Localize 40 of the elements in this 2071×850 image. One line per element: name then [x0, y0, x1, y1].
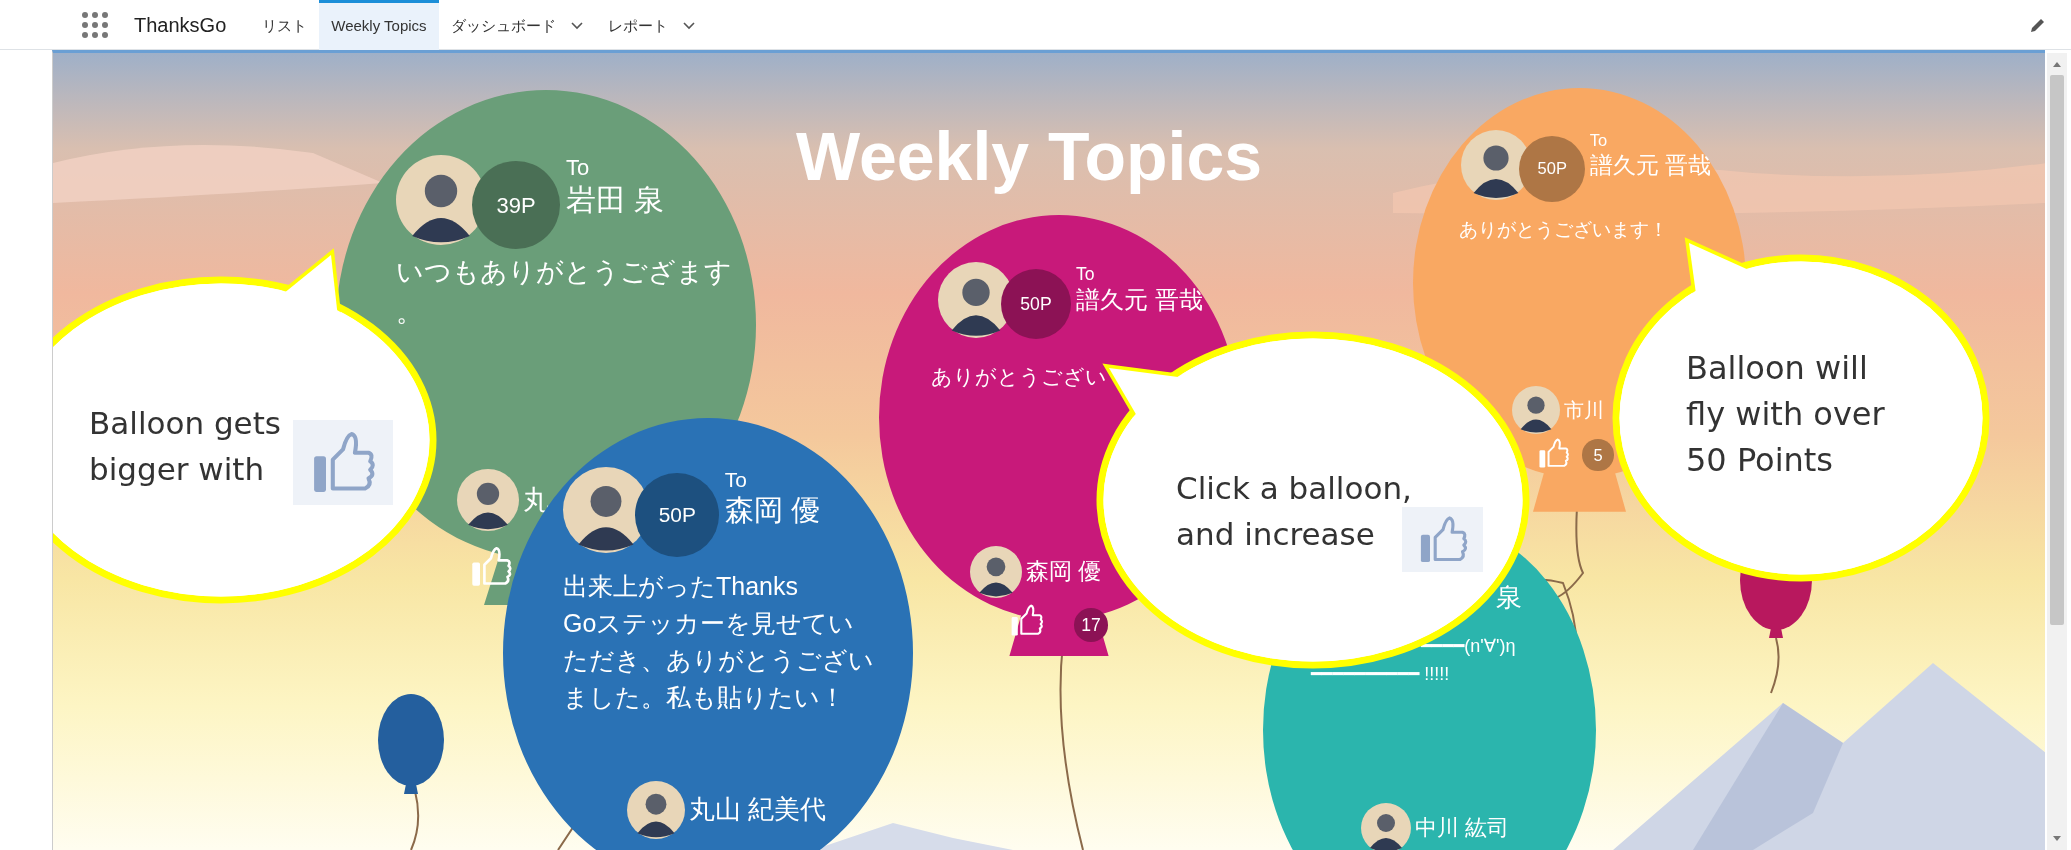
thumbs-up-icon[interactable] [469, 545, 513, 589]
balloon-string [1770, 637, 1780, 694]
message-text: ━━━━(n'∀')η ━━━━━━━━━━ !!!!! [1311, 635, 1516, 686]
recipient-name: 譜久元 晋哉 [1076, 285, 1203, 315]
message-text: ありがとうございます！ [1459, 218, 1668, 242]
sender-name: 丸山 紀美代 [689, 794, 827, 826]
recipient-name: 岩田 泉 [566, 182, 665, 218]
avatar [1512, 386, 1560, 434]
avatar [627, 781, 685, 839]
nav-tab[interactable]: Weekly Topics [319, 0, 439, 50]
nav-tab[interactable]: レポート [595, 0, 708, 50]
recipient-name: 泉 [1496, 582, 1522, 614]
to-label: To [1589, 131, 1608, 152]
avatar [970, 546, 1022, 598]
app-name: ThanksGo [134, 12, 227, 38]
nav-tab[interactable]: ダッシュボード [438, 0, 596, 50]
to-label: To [566, 155, 590, 182]
to-label: To [724, 467, 747, 493]
sender-name: 森岡 優 [1026, 558, 1102, 586]
avatar [457, 469, 519, 531]
balloon[interactable] [503, 418, 913, 850]
scrollbar[interactable] [2047, 53, 2067, 850]
message-text: 出来上がったThanks Goステッカーを見せてい ただき、ありがとうござい ました。私も貼りたい！ [563, 571, 874, 713]
to-label: To [1076, 264, 1095, 286]
message-text: ありがとうござい [931, 364, 1107, 390]
callout-text: Balloon will fly with over 50 Points [1686, 348, 1885, 481]
nav-tab[interactable]: リスト [250, 0, 320, 50]
recipient-name: 譜久元 晋哉 [1589, 151, 1711, 179]
recipient-name: 森岡 優 [724, 492, 820, 528]
message-text: いつもありがとうござます 。 [396, 256, 732, 329]
thumbs-up-icon[interactable] [1009, 603, 1045, 639]
callout-text: Balloon gets bigger with [89, 404, 281, 489]
sender-name: 市川 [1564, 398, 1604, 422]
app-launcher-icon[interactable] [80, 9, 110, 40]
thumbs-up-icon[interactable] [1537, 437, 1570, 470]
callout-text: Click a balloon, and increase [1176, 469, 1412, 554]
chevron-down-icon [681, 21, 696, 31]
chevron-down-icon [569, 21, 584, 31]
sender-name: 中川 紘司 [1415, 814, 1510, 842]
avatar [1361, 803, 1411, 850]
